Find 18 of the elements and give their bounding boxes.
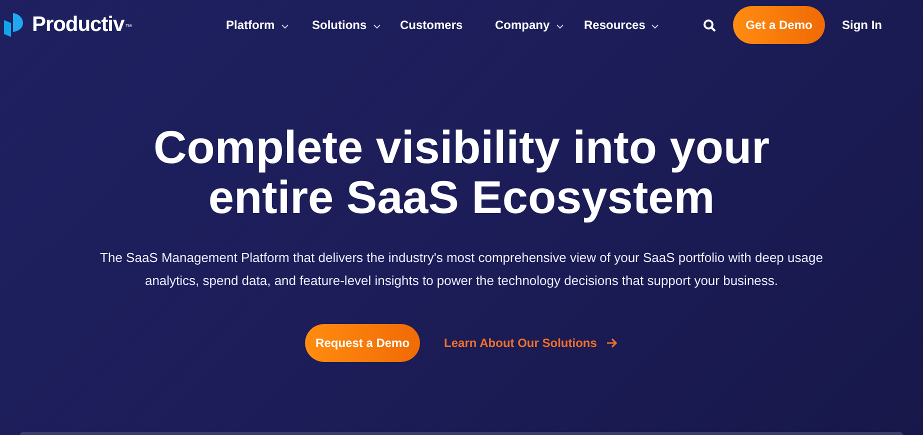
logo-icon — [4, 13, 24, 37]
sign-in-link[interactable]: Sign In — [842, 16, 882, 34]
nav-link[interactable]: Company — [495, 16, 584, 34]
solutions-link[interactable]: Learn About Our Solutions — [444, 334, 618, 352]
chevron-down-icon — [280, 24, 289, 28]
hero-subtitle: The SaaS Management Platform that delivers the industry's most comprehensive view of your SaaS portfolio with deep usage analytics, spend data, and feature-level insights to power the technology decisions that support your business. — [99, 249, 824, 290]
chevron-down-icon — [372, 24, 381, 28]
search-icon[interactable] — [703, 18, 716, 32]
nav-link[interactable]: Solutions — [312, 16, 400, 34]
nav-link[interactable]: Platform — [226, 16, 312, 34]
hero-title-line: Complete visibility into your — [154, 122, 770, 172]
arrow-right-icon — [606, 338, 618, 348]
chevron-down-icon — [651, 24, 660, 28]
hero-title-line: entire SaaS Ecosystem — [208, 172, 715, 222]
logo-text: Productiv — [32, 12, 124, 38]
nav-link[interactable]: Resources — [584, 16, 666, 34]
chevron-down-icon — [556, 24, 564, 28]
nav-link[interactable]: Customers — [400, 16, 495, 34]
